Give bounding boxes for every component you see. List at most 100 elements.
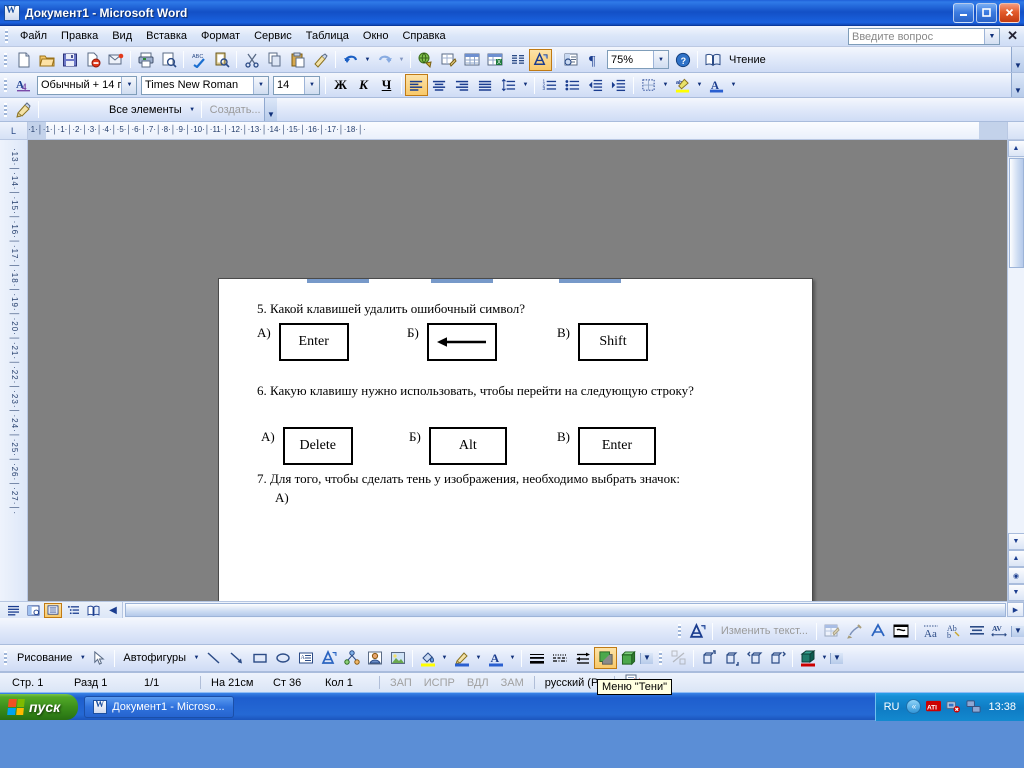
- insert-excel-sheet-icon[interactable]: X: [483, 49, 506, 71]
- style-combo[interactable]: Обычный + 14 г ▼: [37, 75, 137, 95]
- undo-icon[interactable]: [339, 49, 362, 71]
- permission-icon[interactable]: [81, 49, 104, 71]
- next-page-button[interactable]: ▼: [1007, 584, 1024, 601]
- email-icon[interactable]: [104, 49, 127, 71]
- menu-grip-handle[interactable]: [5, 29, 8, 43]
- spelling-check-icon[interactable]: ABC: [187, 49, 210, 71]
- 3d-on-off-icon[interactable]: [667, 647, 690, 669]
- draw-menu-arrow-icon[interactable]: ▼: [77, 647, 88, 669]
- line-style-icon[interactable]: [525, 647, 548, 669]
- text-box-icon[interactable]: A: [294, 647, 317, 669]
- formatting-toolbar-grip[interactable]: [4, 78, 7, 92]
- font-color-icon[interactable]: A: [705, 74, 728, 96]
- option-6-a[interactable]: А) Delete: [261, 427, 409, 465]
- network-icon[interactable]: [966, 699, 981, 714]
- 3d-color-dropdown-arrow-icon[interactable]: ▼: [819, 647, 830, 669]
- start-button[interactable]: пуск: [0, 693, 79, 720]
- styles-formatting-icon[interactable]: A4: [12, 74, 35, 96]
- 3d-toolbar-overflow-button[interactable]: ▼: [830, 652, 843, 664]
- rectangle-icon[interactable]: [248, 647, 271, 669]
- wordart-toolbar-overflow-button[interactable]: ▼: [1011, 625, 1024, 637]
- select-objects-icon[interactable]: [88, 647, 111, 669]
- tables-borders-icon[interactable]: [437, 49, 460, 71]
- chevron-down-icon[interactable]: ▼: [984, 29, 999, 44]
- outline-view-button[interactable]: [64, 603, 82, 618]
- vertical-scroll-track[interactable]: [1007, 268, 1024, 533]
- formatting-toolbar-overflow-button[interactable]: ▼: [1011, 73, 1024, 97]
- line-color-icon[interactable]: [450, 647, 473, 669]
- menu-help[interactable]: Справка: [395, 27, 452, 45]
- option-5-b[interactable]: Б): [407, 323, 557, 361]
- open-folder-icon[interactable]: [35, 49, 58, 71]
- print-layout-view-button[interactable]: [44, 602, 62, 618]
- tilt-down-icon[interactable]: [697, 647, 720, 669]
- new-document-icon[interactable]: [12, 49, 35, 71]
- borders-dropdown-arrow-icon[interactable]: ▼: [660, 74, 671, 96]
- cut-scissors-icon[interactable]: [240, 49, 263, 71]
- close-button[interactable]: [999, 2, 1020, 23]
- redo-dropdown-arrow-icon[interactable]: ▼: [396, 49, 407, 71]
- tilt-up-icon[interactable]: [720, 647, 743, 669]
- fill-color-icon[interactable]: [416, 647, 439, 669]
- bulleted-list-icon[interactable]: [561, 74, 584, 96]
- autotext-icon[interactable]: [12, 99, 35, 121]
- select-browse-object-button[interactable]: ◉: [1007, 567, 1024, 584]
- menu-tools[interactable]: Сервис: [247, 27, 299, 45]
- horizontal-scroll-thumb[interactable]: [125, 603, 1006, 617]
- maximize-button[interactable]: [976, 2, 997, 23]
- menu-insert[interactable]: Вставка: [139, 27, 194, 45]
- borders-icon[interactable]: [637, 74, 660, 96]
- drawing-toolbar-overflow-button[interactable]: ▼: [640, 652, 653, 664]
- same-letter-heights-icon[interactable]: Aa: [919, 620, 942, 642]
- reading-layout-label[interactable]: Чтение: [724, 54, 771, 66]
- horizontal-scroll-track[interactable]: ▶: [122, 602, 1024, 618]
- scroll-down-button[interactable]: ▼: [1007, 533, 1024, 550]
- justify-icon[interactable]: [474, 74, 497, 96]
- autotext-toolbar-overflow-button[interactable]: ▼: [264, 98, 277, 121]
- 3d-style-icon[interactable]: [617, 647, 640, 669]
- dash-style-icon[interactable]: [548, 647, 571, 669]
- bold-button[interactable]: Ж: [329, 74, 352, 96]
- line-spacing-icon[interactable]: [497, 74, 520, 96]
- horizontal-ruler[interactable]: L ·1·│·1·│·1·│·2·│·3·│·4·│·5·│·6·│·7·│·8…: [0, 122, 1024, 140]
- standard-toolbar-grip[interactable]: [4, 52, 7, 67]
- menu-edit[interactable]: Правка: [54, 27, 105, 45]
- autoshapes-menu-button[interactable]: Автофигуры: [118, 652, 191, 664]
- close-document-button[interactable]: ✕: [1007, 29, 1018, 42]
- save-disk-icon[interactable]: [58, 49, 81, 71]
- format-painter-icon[interactable]: [309, 49, 332, 71]
- standard-toolbar-overflow-button[interactable]: ▼: [1011, 47, 1024, 72]
- font-color-icon[interactable]: A: [484, 647, 507, 669]
- status-track-changes[interactable]: ИСПР: [418, 677, 461, 689]
- format-wordart-icon[interactable]: [843, 620, 866, 642]
- research-icon[interactable]: [210, 49, 233, 71]
- scroll-right-button[interactable]: ▶: [1007, 602, 1024, 617]
- 3d-color-icon[interactable]: [796, 647, 819, 669]
- taskbar-item-word[interactable]: Документ1 - Microso...: [84, 695, 235, 718]
- option-5-v[interactable]: В) Shift: [557, 323, 648, 361]
- menu-file[interactable]: Файл: [13, 27, 54, 45]
- line-spacing-dropdown-arrow-icon[interactable]: ▼: [520, 74, 531, 96]
- autotext-toolbar-grip[interactable]: [4, 102, 7, 117]
- insert-clipart-icon[interactable]: [363, 647, 386, 669]
- arrow-icon[interactable]: [225, 647, 248, 669]
- text-wrapping-icon[interactable]: [889, 620, 912, 642]
- document-map-icon[interactable]: [559, 49, 582, 71]
- network-warning-icon[interactable]: [946, 699, 961, 714]
- autoshapes-menu-arrow-icon[interactable]: ▼: [191, 647, 202, 669]
- insert-table-icon[interactable]: [460, 49, 483, 71]
- wordart-toolbar-grip[interactable]: [677, 624, 681, 638]
- normal-view-button[interactable]: [4, 603, 22, 618]
- font-color-dropdown-arrow-icon[interactable]: ▼: [728, 74, 739, 96]
- vertical-text-icon[interactable]: Ab b: [942, 620, 965, 642]
- help-icon[interactable]: ?: [671, 49, 694, 71]
- all-entries-dropdown-arrow-icon[interactable]: ▼: [187, 99, 198, 121]
- columns-icon[interactable]: [506, 49, 529, 71]
- tilt-left-icon[interactable]: [743, 647, 766, 669]
- document-body[interactable]: 5. Какой клавишей удалить ошибочный симв…: [257, 301, 792, 506]
- font-size-combo[interactable]: 14 ▼: [273, 75, 320, 95]
- highlight-dropdown-arrow-icon[interactable]: ▼: [694, 74, 705, 96]
- character-spacing-icon[interactable]: AV: [988, 620, 1011, 642]
- decrease-indent-icon[interactable]: [584, 74, 607, 96]
- fill-color-dropdown-arrow-icon[interactable]: ▼: [439, 647, 450, 669]
